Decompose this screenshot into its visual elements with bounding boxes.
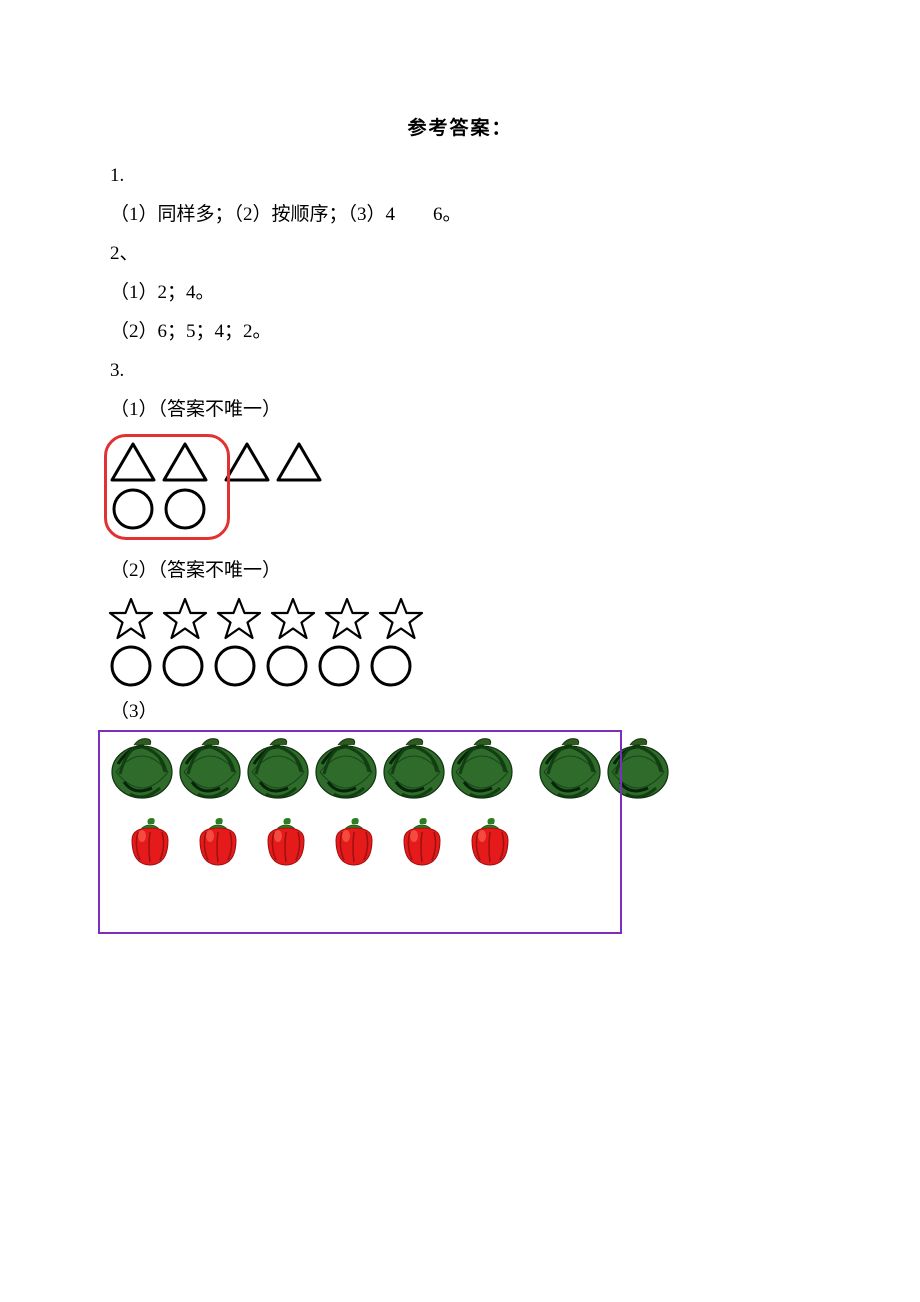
- watermelon-row: [110, 738, 810, 800]
- page: 参考答案： 1. （1）同样多；（2）按顺序；（3）4 6。 2、 （1）2；4…: [0, 0, 920, 1302]
- pepper-icon: [118, 818, 176, 868]
- circle-row-2: [108, 643, 810, 689]
- watermelon-icon: [110, 738, 174, 800]
- circle-icon: [264, 643, 310, 689]
- q3-part2-label: （2）（答案不唯一）: [110, 552, 810, 591]
- circle-icon: [162, 486, 212, 532]
- circle-icon: [110, 486, 160, 532]
- pepper-icon: [322, 818, 380, 868]
- star-icon: [216, 597, 262, 641]
- q3-part3-figure: [108, 738, 810, 868]
- q3-number: 3.: [110, 352, 810, 391]
- q3-part1-figure: [108, 436, 328, 534]
- q3-part1-label: （1）（答案不唯一）: [110, 391, 810, 430]
- star-icon: [108, 597, 154, 641]
- circle-icon: [368, 643, 414, 689]
- page-title: 参考答案：: [110, 110, 810, 149]
- pepper-icon: [254, 818, 312, 868]
- triangle-row: [110, 440, 326, 486]
- watermelon-icon: [450, 738, 514, 800]
- star-row: [108, 597, 810, 641]
- pepper-icon: [390, 818, 448, 868]
- circle-icon: [108, 643, 154, 689]
- q3-part2-figure: [108, 597, 810, 689]
- circle-icon: [316, 643, 362, 689]
- q2-number: 2、: [110, 235, 810, 274]
- q2-part1: （1）2；4。: [110, 274, 810, 313]
- q1-answer-line: （1）同样多；（2）按顺序；（3）4 6。: [110, 196, 810, 235]
- star-icon: [162, 597, 208, 641]
- triangle-icon: [162, 440, 212, 486]
- circle-icon: [212, 643, 258, 689]
- star-icon: [270, 597, 316, 641]
- triangle-icon: [110, 440, 160, 486]
- watermelon-icon: [246, 738, 310, 800]
- pepper-row: [118, 818, 810, 868]
- watermelon-icon: [178, 738, 242, 800]
- star-icon: [378, 597, 424, 641]
- pepper-icon: [458, 818, 516, 868]
- q2-part2: （2）6；5；4；2。: [110, 313, 810, 352]
- circle-row: [110, 486, 326, 532]
- star-icon: [324, 597, 370, 641]
- pepper-icon: [186, 818, 244, 868]
- triangle-icon: [276, 440, 326, 486]
- q1-number: 1.: [110, 157, 810, 196]
- circle-icon: [160, 643, 206, 689]
- watermelon-icon: [314, 738, 378, 800]
- triangle-icon: [224, 440, 274, 486]
- q3-part3-label: （3）: [110, 693, 810, 732]
- watermelon-icon: [538, 738, 602, 800]
- watermelon-icon: [606, 738, 670, 800]
- watermelon-icon: [382, 738, 446, 800]
